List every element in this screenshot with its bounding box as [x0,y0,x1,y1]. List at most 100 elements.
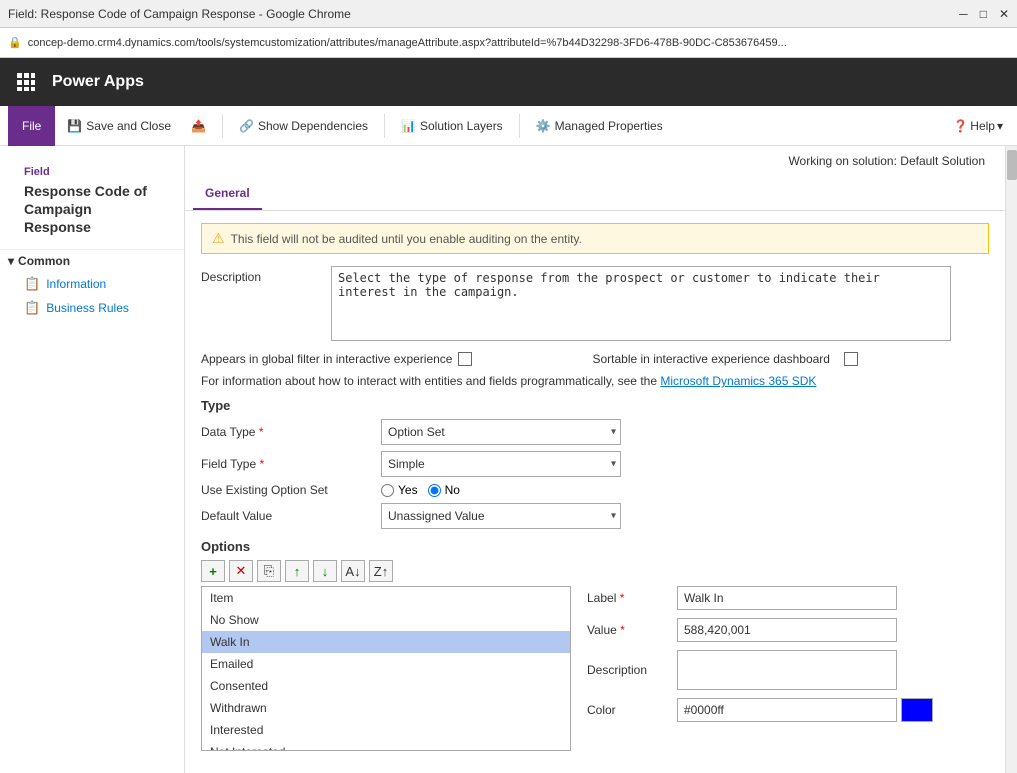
layers-icon: 📊 [401,119,416,133]
tab-general[interactable]: General [193,178,262,210]
save-icon: 💾 [67,119,82,133]
dependencies-icon: 🔗 [239,119,254,133]
delete-option-button[interactable]: ✕ [229,560,253,582]
collapse-icon: ▾ [8,254,14,268]
data-type-row: Data Type * Option Set ▾ [201,419,989,445]
filter-global-checkbox[interactable] [458,352,472,366]
option-value-row: Value * [587,618,989,642]
option-item-2[interactable]: Walk In [202,631,570,653]
options-toolbar: + ✕ ⎘ ↑ ↓ A↓ [201,560,989,582]
option-color-label: Color [587,703,677,717]
warning-icon: ⚠ [212,230,225,247]
address-url[interactable]: concep-demo.crm4.dynamics.com/tools/syst… [28,37,787,49]
field-type-row: Field Type * Simple ▾ [201,451,989,477]
option-label-row: Label * [587,586,989,610]
default-value-select[interactable]: Unassigned Value [381,503,621,529]
option-item-0[interactable]: Item [202,587,570,609]
options-section-header: Options [201,539,989,554]
right-scrollbar[interactable] [1005,146,1017,773]
working-on-label: Working on solution: Default Solution [788,154,985,168]
description-textarea[interactable]: <span data-bind="general.description_val… [331,266,951,341]
app-title: Power Apps [52,73,144,91]
option-item-6[interactable]: Interested [202,719,570,741]
option-description-textarea[interactable] [677,650,897,690]
sdk-link[interactable]: Microsoft Dynamics 365 SDK [660,374,816,388]
data-type-select[interactable]: Option Set [381,419,621,445]
add-option-button[interactable]: + [201,560,225,582]
publish-button[interactable]: 📤 [183,110,214,142]
browser-title: Field: Response Code of Campaign Respons… [8,7,351,21]
waffle-icon[interactable] [12,68,40,96]
description-label: Description [201,266,331,284]
color-swatch[interactable] [901,698,933,722]
move-down-icon: ↓ [322,564,329,579]
use-existing-radio-group: Yes No [381,483,460,497]
sidebar-item-information[interactable]: 📋 Information [0,272,184,296]
option-item-3[interactable]: Emailed [202,653,570,675]
show-dependencies-button[interactable]: 🔗 Show Dependencies [231,110,376,142]
data-type-dropdown-wrap: Option Set ▾ [381,419,621,445]
page-title: Response Code of Campaign Response [24,182,160,237]
page-container: Field Response Code of Campaign Response… [0,146,1017,773]
option-item-4[interactable]: Consented [202,675,570,697]
field-type-dropdown-wrap: Simple ▾ [381,451,621,477]
use-existing-label: Use Existing Option Set [201,483,381,497]
option-item-5[interactable]: Withdrawn [202,697,570,719]
option-description-row: Description [587,650,989,690]
sort-za-button[interactable]: Z↑ [369,560,393,582]
filter-row: Appears in global filter in interactive … [201,352,989,366]
separator-2 [384,114,385,138]
solution-layers-button[interactable]: 📊 Solution Layers [393,110,511,142]
options-detail-panel: Label * Value * [587,586,989,751]
option-value-field-label: Value * [587,623,677,637]
options-section: Options + ✕ ⎘ ↑ ↓ [201,539,989,751]
radio-no-label[interactable]: No [428,483,460,497]
label-required: * [620,591,625,605]
value-required: * [620,623,625,637]
option-label-input[interactable] [677,586,897,610]
managed-properties-button[interactable]: ⚙️ Managed Properties [528,110,671,142]
scrollbar-thumb[interactable] [1007,150,1017,180]
filter-sortable-label: Sortable in interactive experience dashb… [592,352,829,366]
radio-yes-label[interactable]: Yes [381,483,418,497]
default-value-row: Default Value Unassigned Value ▾ [201,503,989,529]
option-item-7[interactable]: Not Interested [202,741,570,751]
close-icon[interactable]: ✕ [999,7,1009,21]
separator-1 [222,114,223,138]
properties-icon: ⚙️ [536,119,551,133]
default-value-label: Default Value [201,509,381,523]
option-color-input[interactable] [677,698,897,722]
common-section-header[interactable]: ▾ Common [0,250,184,272]
file-button[interactable]: File [8,106,55,146]
tab-bar: General [185,178,1005,211]
sidebar: Field Response Code of Campaign Response… [0,146,185,773]
field-type-select[interactable]: Simple [381,451,621,477]
option-item-1[interactable]: No Show [202,609,570,631]
radio-no[interactable] [428,484,441,497]
radio-yes[interactable] [381,484,394,497]
option-color-row: Color [587,698,989,722]
sidebar-item-label-information: Information [46,277,106,291]
content-area: ⚠ This field will not be audited until y… [185,211,1005,773]
copy-icon: ⎘ [264,563,274,579]
options-listbox[interactable]: Item No Show Walk In Emailed Consented W… [201,586,571,751]
copy-option-button[interactable]: ⎘ [257,560,281,582]
move-up-button[interactable]: ↑ [285,560,309,582]
move-down-button[interactable]: ↓ [313,560,337,582]
maximize-icon[interactable]: □ [980,7,987,21]
option-value-input[interactable] [677,618,897,642]
field-type-label: Field Type * [201,457,381,471]
type-section: Type Data Type * Option Set ▾ [201,398,989,529]
sidebar-item-business-rules[interactable]: 📋 Business Rules [0,296,184,320]
sort-az-button[interactable]: A↓ [341,560,365,582]
sort-az-icon: A↓ [345,564,360,579]
warning-text: This field will not be audited until you… [231,232,582,246]
minimize-icon[interactable]: ─ [959,7,968,21]
page-header: Field Response Code of Campaign Response [0,154,184,250]
help-button[interactable]: ❓ Help ▾ [947,115,1009,137]
filter-sortable-checkbox[interactable] [844,352,858,366]
filter-global-item: Appears in global filter in interactive … [201,352,472,366]
field-type-required: * [260,457,265,471]
sdk-link-row: For information about how to interact wi… [201,374,989,388]
save-close-button[interactable]: 💾 Save and Close [59,110,179,142]
